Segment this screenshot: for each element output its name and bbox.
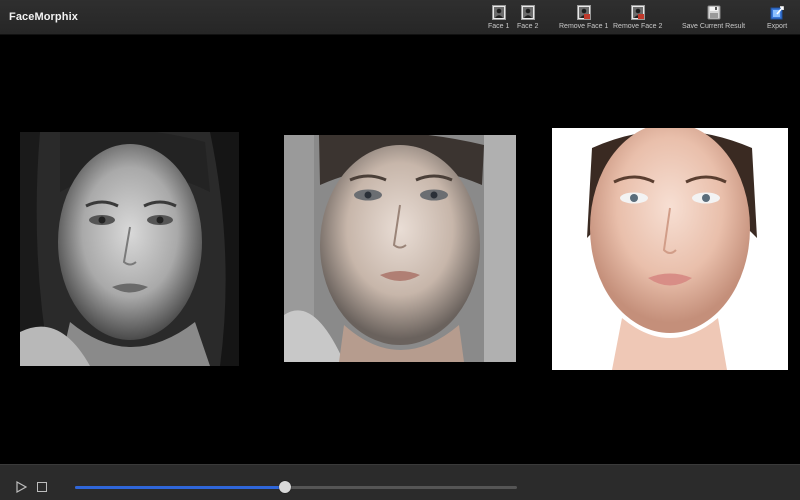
remove-face-1-button[interactable]: Remove Face 1 (559, 5, 608, 33)
toolbar: FaceMorphix Face 1 Face 2 Remove Face 1 … (0, 0, 800, 35)
face-1-button[interactable]: Face 1 (488, 5, 509, 33)
stop-icon[interactable] (37, 482, 47, 492)
playback-controls (0, 464, 800, 500)
face-2-image (552, 128, 788, 370)
remove-face-2-button[interactable]: Remove Face 2 (613, 5, 662, 33)
export-icon (770, 6, 784, 20)
save-current-result-label: Save Current Result (682, 23, 746, 30)
portrait-icon (491, 5, 506, 20)
portrait-icon (520, 5, 535, 20)
slider-fill (75, 486, 285, 489)
slider-thumb[interactable] (278, 481, 291, 493)
export-label: Export (767, 23, 788, 30)
floppy-disk-icon (707, 5, 721, 20)
face-1-image (20, 132, 239, 366)
app-window: FaceMorphix Face 1 Face 2 Remove Face 1 … (0, 0, 800, 500)
morph-stage (0, 35, 800, 464)
export-button[interactable]: Export (767, 5, 787, 33)
remove-face-1-label: Remove Face 1 (559, 23, 609, 30)
app-title: FaceMorphix (9, 11, 78, 23)
remove-portrait-icon (630, 5, 645, 20)
remove-face-2-label: Remove Face 2 (613, 23, 663, 30)
face-2-button[interactable]: Face 2 (517, 5, 538, 33)
morph-result-image (284, 135, 516, 362)
morph-progress-slider[interactable] (75, 481, 517, 493)
face-1-label: Face 1 (488, 23, 510, 30)
face-2-label: Face 2 (517, 23, 539, 30)
play-icon[interactable] (16, 481, 27, 493)
save-current-result-button[interactable]: Save Current Result (682, 5, 745, 33)
remove-portrait-icon (576, 5, 591, 20)
